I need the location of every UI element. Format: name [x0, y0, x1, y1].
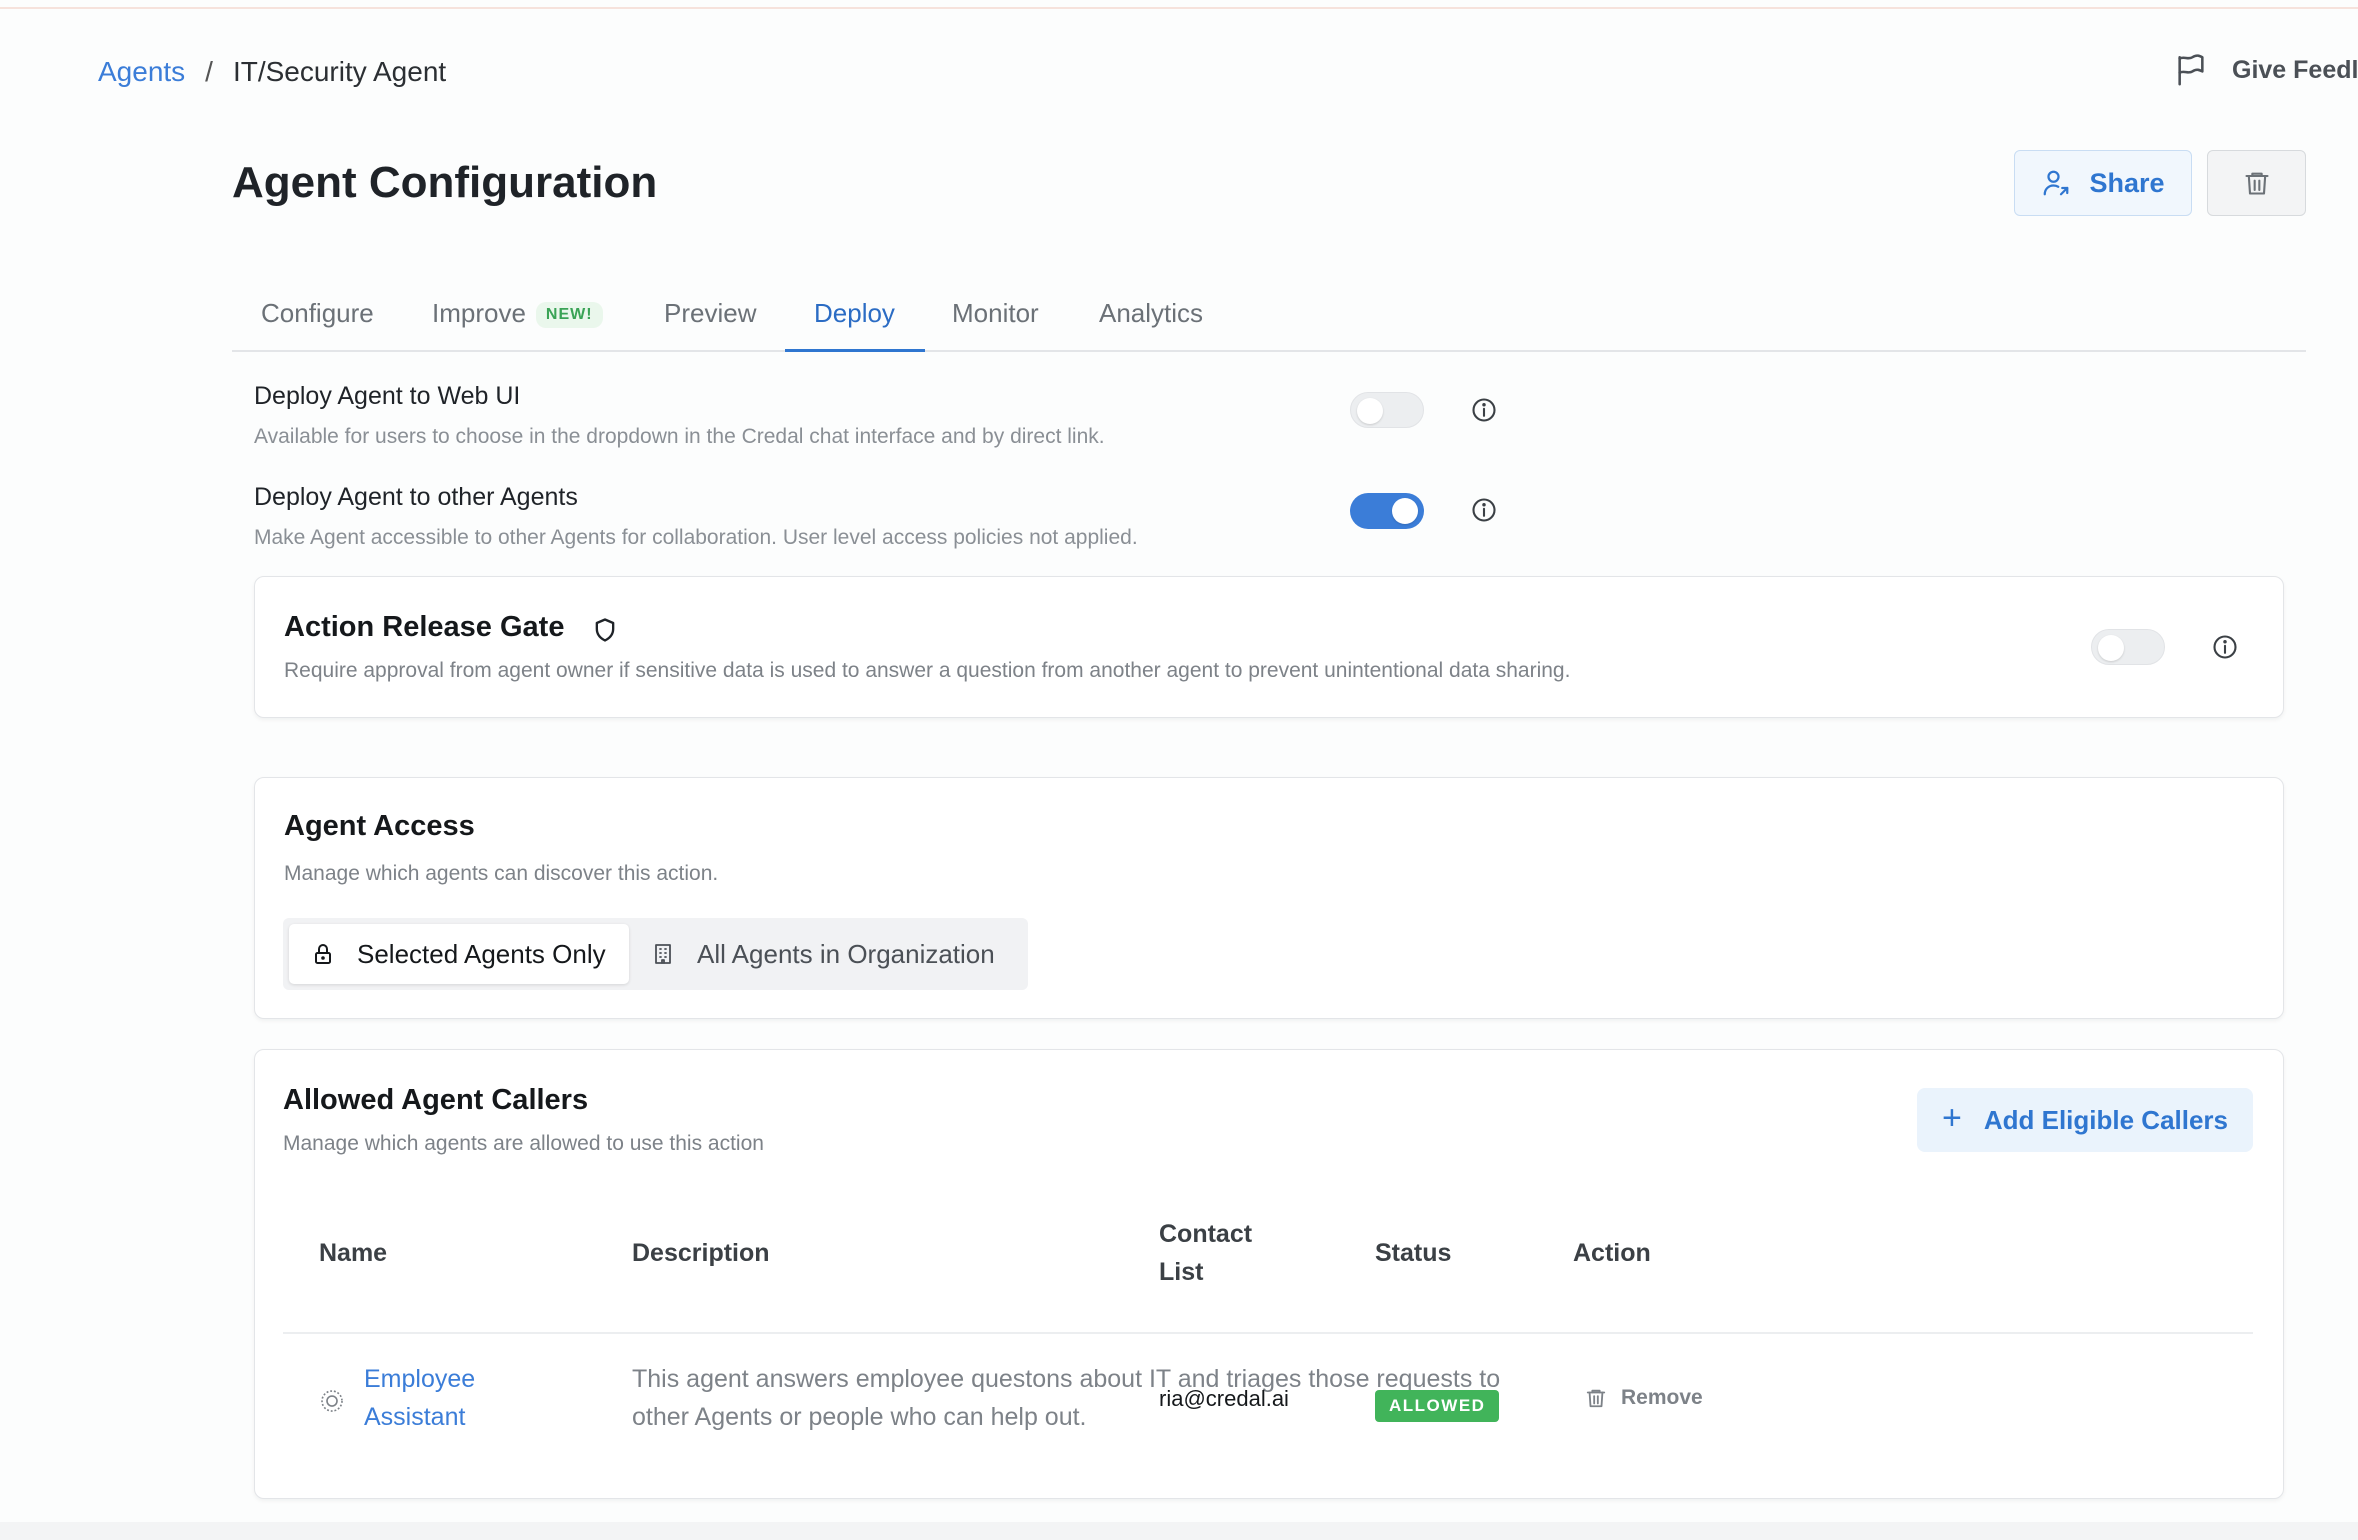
share-user-icon: [2044, 170, 2069, 196]
agent-access-card: Agent Access Manage which agents can dis…: [254, 777, 2284, 1019]
agent-name-link[interactable]: Employee Assistant: [364, 1360, 475, 1436]
breadcrumb-agents-link[interactable]: Agents: [98, 56, 185, 88]
release-gate-title: Action Release Gate: [284, 611, 565, 643]
agent-name-line1: Employee: [364, 1365, 476, 1393]
table-header-divider: [283, 1332, 2253, 1334]
new-badge: NEW!: [535, 302, 603, 328]
release-gate-desc: Require approval from agent owner if sen…: [284, 659, 1571, 682]
agent-description-line1: This agent answers employee questons abo…: [632, 1365, 1501, 1393]
allowed-callers-card: Allowed Agent Callers Manage which agent…: [254, 1049, 2284, 1499]
status-badge: ALLOWED: [1375, 1390, 1500, 1422]
column-header-description: Description: [632, 1239, 770, 1267]
agent-description: This agent answers employee questons abo…: [632, 1360, 1500, 1436]
allowed-callers-desc: Manage which agents are allowed to use t…: [283, 1132, 764, 1155]
agent-contact: ria@credal.ai: [1159, 1386, 1289, 1411]
column-header-contact: Contact List: [1159, 1215, 1252, 1291]
agent-avatar-icon: [321, 1390, 343, 1412]
share-button[interactable]: Share: [2014, 150, 2192, 216]
agent-description-line2: other Agents or people who can help out.: [632, 1403, 1087, 1431]
selected-agents-only-option[interactable]: Selected Agents Only: [289, 924, 629, 984]
column-header-name: Name: [319, 1239, 388, 1267]
info-icon[interactable]: [1470, 396, 1498, 424]
shield-icon: [595, 618, 615, 642]
action-release-gate-card: Action Release Gate Require approval fro…: [254, 576, 2284, 718]
tab-deploy[interactable]: Deploy: [785, 298, 925, 352]
column-header-status: Status: [1375, 1239, 1452, 1267]
deploy-web-ui-desc: Available for users to choose in the dro…: [254, 425, 1105, 448]
page-bottom-edge: [0, 1522, 2358, 1540]
info-icon[interactable]: [1470, 496, 1498, 524]
release-gate-toggle[interactable]: [2091, 629, 2165, 665]
info-icon[interactable]: [2211, 633, 2239, 661]
add-eligible-callers-label: Add Eligible Callers: [1983, 1104, 2229, 1135]
tab-monitor[interactable]: Monitor: [952, 298, 1039, 352]
tab-analytics[interactable]: Analytics: [1099, 298, 1203, 352]
deploy-other-agents-title: Deploy Agent to other Agents: [254, 483, 578, 511]
flag-icon: [2178, 54, 2204, 86]
remove-caller-button[interactable]: Remove: [1585, 1386, 1703, 1410]
share-label: Share: [2089, 167, 2165, 198]
breadcrumb-current: IT/Security Agent: [232, 56, 447, 87]
plus-icon: +: [1941, 1098, 1962, 1137]
toggle-knob: [1392, 498, 1418, 524]
tab-configure[interactable]: Configure: [261, 298, 374, 352]
delete-agent-button[interactable]: [2207, 150, 2306, 216]
column-header-contact-line2: List: [1159, 1258, 1204, 1286]
breadcrumb-separator: /: [205, 56, 213, 87]
agent-access-selector: Selected Agents Only All Agents in Organ…: [283, 918, 1028, 990]
tab-improve-label: Improve: [432, 298, 526, 328]
trash-icon: [2244, 172, 2269, 195]
deploy-other-agents-desc: Make Agent accessible to other Agents fo…: [254, 526, 1138, 549]
agent-name-line2: Assistant: [364, 1403, 466, 1431]
column-header-contact-line1: Contact: [1159, 1220, 1253, 1248]
tab-preview[interactable]: Preview: [664, 298, 756, 352]
top-border: [0, 0, 2358, 9]
deploy-other-agents-toggle[interactable]: [1350, 493, 1424, 529]
selected-agents-only-label: Selected Agents Only: [357, 938, 606, 969]
deploy-web-ui-title: Deploy Agent to Web UI: [254, 382, 521, 410]
deploy-other-agents-setting: Deploy Agent to other Agents Make Agent …: [254, 483, 1138, 550]
toggle-knob: [1357, 398, 1383, 424]
page-title: Agent Configuration: [232, 158, 658, 207]
tab-bar: Configure Improve NEW! Preview Deploy Mon…: [232, 282, 2306, 352]
column-header-action: Action: [1573, 1239, 1651, 1267]
add-eligible-callers-button[interactable]: + Add Eligible Callers: [1917, 1088, 2253, 1152]
give-feedback-button[interactable]: Give Feedl: [2174, 52, 2358, 88]
trash-icon: [1586, 1389, 1606, 1408]
remove-label: Remove: [1621, 1386, 1703, 1409]
give-feedback-label: Give Feedl: [2232, 55, 2358, 84]
toggle-knob: [2098, 635, 2124, 661]
building-icon: [655, 944, 671, 964]
breadcrumb: Agents / IT/Security Agent: [98, 56, 446, 88]
allowed-callers-title: Allowed Agent Callers: [283, 1084, 589, 1116]
deploy-web-ui-setting: Deploy Agent to Web UI Available for use…: [254, 382, 1105, 449]
all-agents-label: All Agents in Organization: [697, 938, 995, 969]
all-agents-option[interactable]: All Agents in Organization: [643, 924, 995, 984]
lock-icon: [315, 944, 331, 964]
deploy-web-ui-toggle[interactable]: [1350, 392, 1424, 428]
tab-improve[interactable]: Improve NEW!: [432, 298, 603, 352]
agent-access-desc: Manage which agents can discover this ac…: [284, 862, 719, 885]
agent-access-title: Agent Access: [284, 810, 475, 842]
